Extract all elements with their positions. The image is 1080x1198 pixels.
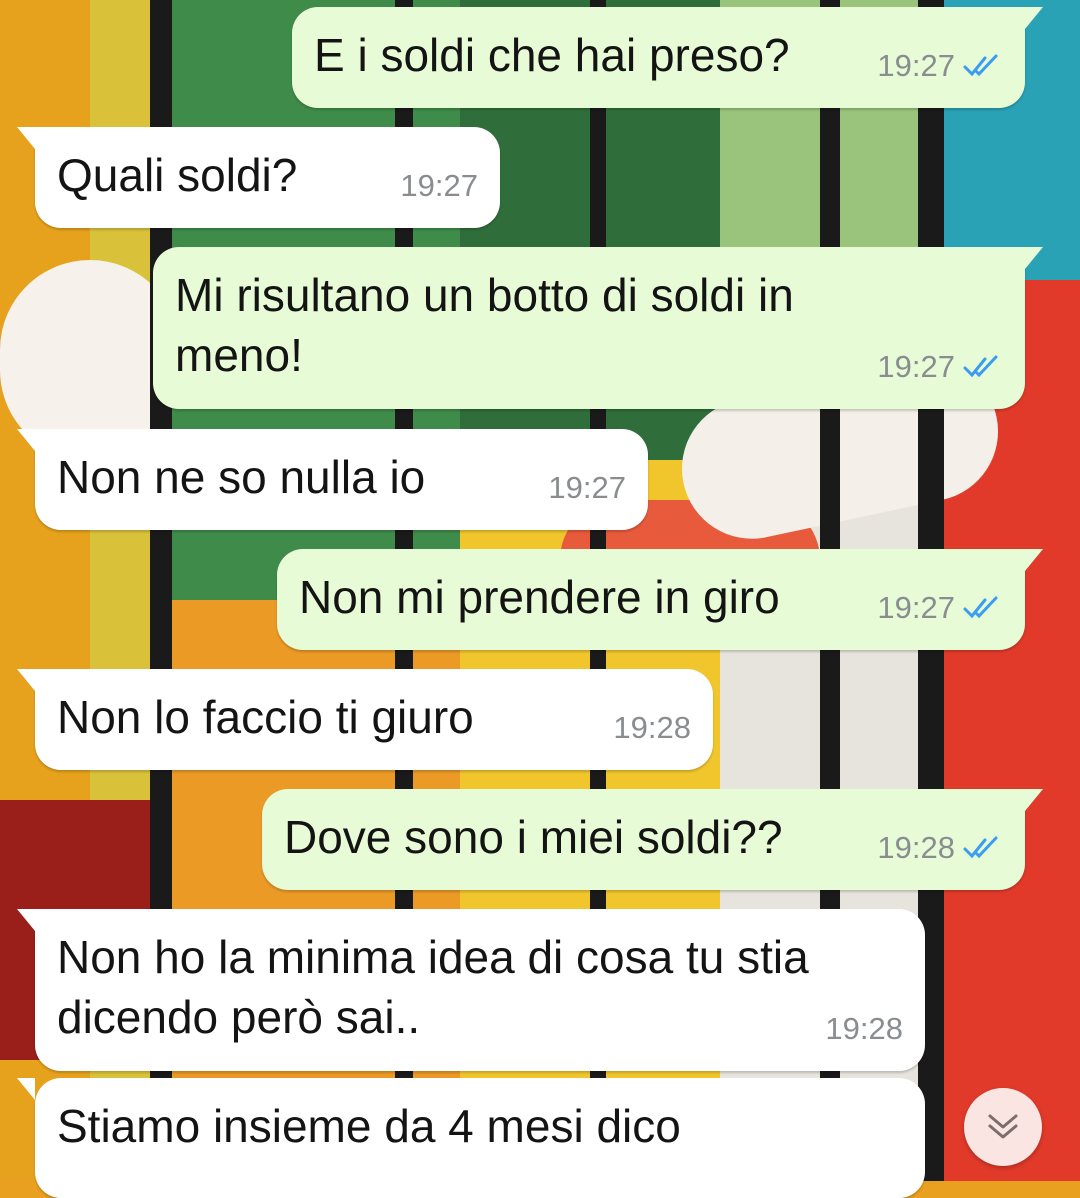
message-meta: 19:27 xyxy=(877,578,1003,638)
outgoing-message[interactable]: Mi risultano un botto di soldi in meno! … xyxy=(153,247,1043,409)
outgoing-message[interactable]: Non mi prendere in giro 19:27 xyxy=(277,549,1043,650)
message-meta: 19:27 xyxy=(877,337,1003,397)
message-list[interactable]: E i soldi che hai preso? 19:27 Quali sol… xyxy=(0,0,1080,1198)
message-text: Dove sono i miei soldi?? xyxy=(284,811,783,863)
scroll-to-bottom-button[interactable] xyxy=(964,1088,1042,1166)
incoming-message[interactable]: Non lo faccio ti giuro 19:28 xyxy=(17,669,713,770)
message-text: Non mi prendere in giro xyxy=(299,571,780,623)
message-meta: 19:28 xyxy=(825,999,903,1059)
message-text: Non ne so nulla io xyxy=(57,451,426,503)
message-time: 19:27 xyxy=(877,349,955,384)
message-meta: 19:28 xyxy=(877,818,1003,878)
outgoing-message[interactable]: Dove sono i miei soldi?? 19:28 xyxy=(262,789,1043,890)
message-time: 19:28 xyxy=(825,1011,903,1046)
message-meta: 19:27 xyxy=(548,458,626,518)
message-text: Quali soldi? xyxy=(57,149,298,201)
double-chevron-down-icon xyxy=(988,1114,1018,1139)
message-time: 19:27 xyxy=(877,590,955,625)
message-time: 19:27 xyxy=(548,470,626,505)
double-check-icon xyxy=(963,54,998,77)
message-text: Non ho la minima idea di cosa tu stia di… xyxy=(57,931,809,1043)
message-meta: 19:27 xyxy=(400,156,478,216)
message-text: E i soldi che hai preso? xyxy=(314,29,790,81)
message-time: 19:28 xyxy=(877,830,955,865)
double-check-icon xyxy=(963,355,998,378)
incoming-message[interactable]: Non ne so nulla io 19:27 xyxy=(17,429,648,530)
outgoing-message[interactable]: E i soldi che hai preso? 19:27 xyxy=(292,7,1043,108)
double-check-icon xyxy=(963,596,998,619)
incoming-message[interactable]: Quali soldi? 19:27 xyxy=(17,127,500,228)
incoming-message[interactable]: Stiamo insieme da 4 mesi dico xyxy=(17,1078,925,1198)
message-time: 19:28 xyxy=(613,710,691,745)
message-text: Non lo faccio ti giuro xyxy=(57,691,474,743)
message-time: 19:27 xyxy=(400,168,478,203)
double-check-icon xyxy=(963,836,998,859)
message-time: 19:27 xyxy=(877,48,955,83)
message-text: Mi risultano un botto di soldi in meno! xyxy=(175,269,794,381)
message-meta: 19:27 xyxy=(877,36,1003,96)
message-text: Stiamo insieme da 4 mesi dico xyxy=(57,1100,681,1152)
incoming-message[interactable]: Non ho la minima idea di cosa tu stia di… xyxy=(17,909,925,1071)
message-meta: 19:28 xyxy=(613,698,691,758)
